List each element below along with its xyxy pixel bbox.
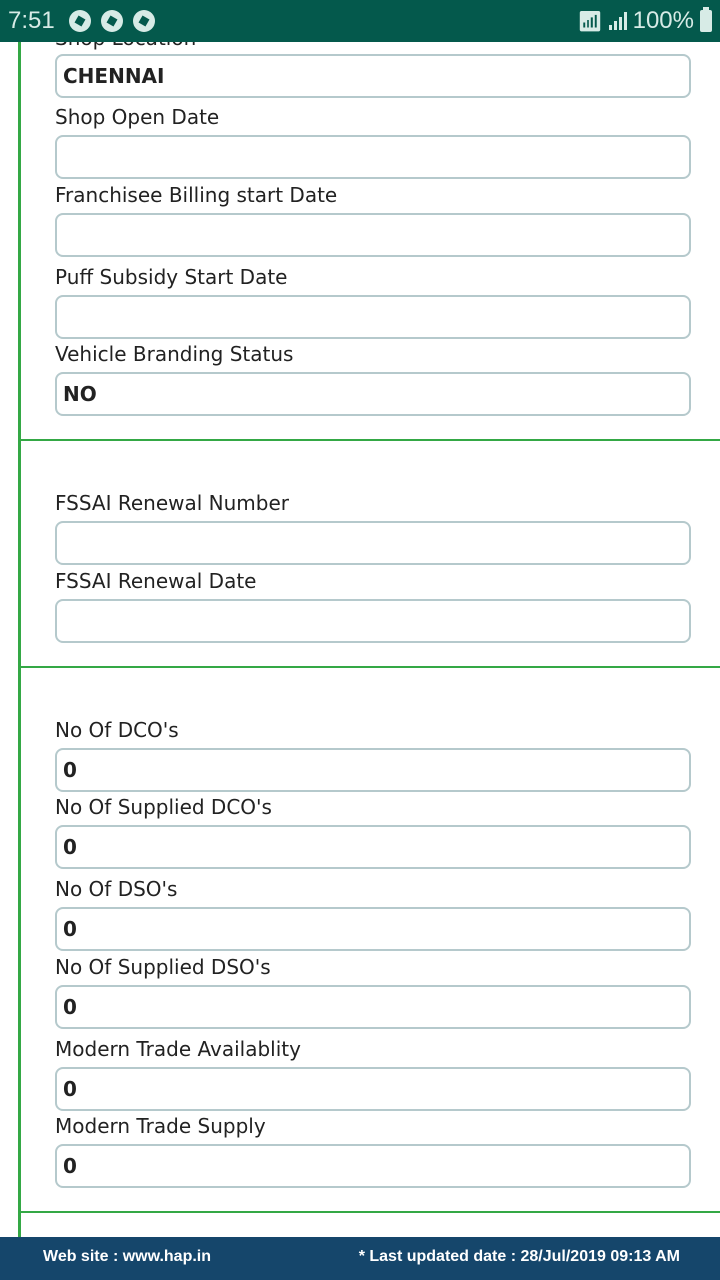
last-updated-text: * Last updated date : 28/Jul/2019 09:13 … xyxy=(358,1248,680,1265)
wifi-icon: 📶︎ xyxy=(577,10,603,33)
section-divider xyxy=(21,1211,720,1213)
fssai-renewal-number-field[interactable] xyxy=(55,521,691,565)
shop-open-date-field[interactable] xyxy=(55,135,691,179)
field-label: No Of Supplied DCO's xyxy=(55,795,272,819)
section-divider xyxy=(21,666,720,668)
fssai-renewal-date-field[interactable] xyxy=(55,599,691,643)
section-divider xyxy=(21,439,720,441)
field-label: Modern Trade Availablity xyxy=(55,1037,301,1061)
shop-location-field[interactable]: CHENNAI xyxy=(55,54,691,98)
field-label: Shop Location xyxy=(55,42,196,50)
field-label: Puff Subsidy Start Date xyxy=(55,265,288,289)
signal-icon xyxy=(608,12,627,30)
battery-icon xyxy=(700,7,712,32)
modern-trade-availability-field[interactable]: 0 xyxy=(55,1067,691,1111)
field-label: Franchisee Billing start Date xyxy=(55,183,338,207)
field-label: FSSAI Renewal Date xyxy=(55,569,257,593)
battery-percent: 100% xyxy=(632,7,694,34)
field-label: Modern Trade Supply xyxy=(55,1114,266,1138)
field-label: FSSAI Renewal Number xyxy=(55,491,290,515)
aperture-icon xyxy=(132,10,155,32)
website-link[interactable]: Web site : www.hap.in xyxy=(43,1248,211,1266)
aperture-icon xyxy=(68,10,91,32)
footer-bar: Web site : www.hap.in * Last updated dat… xyxy=(0,1237,720,1280)
notification-icons xyxy=(68,10,155,32)
form-scroll-area[interactable]: Shop Location CHENNAI Shop Open Date Fra… xyxy=(0,42,720,1237)
field-label: Shop Open Date xyxy=(55,105,220,129)
aperture-icon xyxy=(100,10,123,32)
no-of-supplied-dsos-field[interactable]: 0 xyxy=(55,985,691,1029)
field-label: No Of DSO's xyxy=(55,877,178,901)
status-time: 7:51 xyxy=(8,7,55,34)
vehicle-branding-status-field[interactable]: NO xyxy=(55,372,691,416)
field-label: No Of DCO's xyxy=(55,718,179,742)
no-of-dcos-field[interactable]: 0 xyxy=(55,748,691,792)
no-of-supplied-dcos-field[interactable]: 0 xyxy=(55,825,691,869)
section-accent-line xyxy=(18,42,21,1237)
field-label: No Of Supplied DSO's xyxy=(55,955,271,979)
status-right: 📶︎ 100% xyxy=(577,0,712,42)
no-of-dsos-field[interactable]: 0 xyxy=(55,907,691,951)
status-bar: 7:51 📶︎ 100% xyxy=(0,0,720,42)
modern-trade-supply-field[interactable]: 0 xyxy=(55,1144,691,1188)
franchisee-billing-start-date-field[interactable] xyxy=(55,213,691,257)
puff-subsidy-start-date-field[interactable] xyxy=(55,295,691,339)
field-label: Vehicle Branding Status xyxy=(55,342,294,366)
